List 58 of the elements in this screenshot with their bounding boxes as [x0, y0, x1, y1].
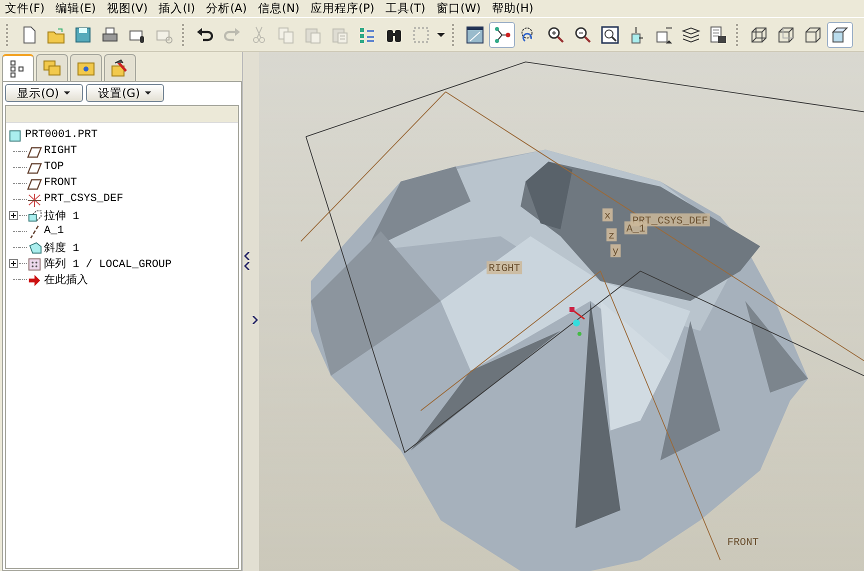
dropdown-button[interactable]: 显示(O)	[5, 84, 83, 102]
hidden-line-cube-icon	[776, 24, 796, 44]
menu-item[interactable]: 窗口(W)	[433, 1, 489, 16]
tree-item[interactable]: 在此插入	[44, 272, 88, 286]
dropdown-button[interactable]: 设置(G)	[86, 84, 164, 102]
hammer-folder-icon	[110, 58, 130, 78]
table-camera-icon	[708, 24, 728, 44]
expand-icon[interactable]	[9, 258, 18, 268]
toolbar-button[interactable]	[489, 22, 515, 48]
caret-icon	[144, 89, 152, 97]
menu-item[interactable]: 应用程序(P)	[307, 1, 382, 16]
printer-icon	[100, 24, 120, 44]
cube-icon	[803, 24, 823, 44]
wireframe-cube-icon	[749, 24, 769, 44]
menu-item[interactable]: 帮助(H)	[488, 1, 542, 16]
menu-item[interactable]: 分析(A)	[203, 1, 255, 16]
tree-item[interactable]: 斜度 1	[44, 240, 80, 254]
refit-icon	[600, 24, 620, 44]
menu-item[interactable]: 信息(N)	[254, 1, 308, 16]
tree-item[interactable]: TOP	[44, 161, 64, 173]
datum-tag: A_1	[624, 221, 648, 236]
tree-item[interactable]: PRT0001.PRT	[25, 129, 98, 141]
part-icon	[8, 128, 23, 142]
repaint-icon	[465, 24, 485, 44]
spin-center-icon	[492, 24, 512, 44]
tree-item[interactable]: PRT_CSYS_DEF	[44, 193, 124, 205]
copy-icon	[276, 24, 296, 44]
zoom-in-icon	[546, 24, 566, 44]
toolbar-button[interactable]	[827, 22, 853, 48]
menu-item[interactable]: 文件(F)	[2, 1, 53, 16]
expand-right-icon[interactable]	[252, 316, 258, 324]
caret-icon	[437, 32, 445, 36]
shaded-cube-icon	[830, 24, 850, 44]
coordinate-marker-drawing	[569, 307, 585, 336]
zoom-out-icon	[573, 24, 593, 44]
draft-icon	[27, 240, 42, 254]
tree-item[interactable]: 拉伸 1	[44, 208, 80, 222]
menu-item[interactable]: 编辑(E)	[52, 1, 104, 16]
tree-item[interactable]: RIGHT	[44, 145, 78, 157]
tree-item[interactable]: 阵列 1 / LOCAL_GROUP	[44, 256, 172, 270]
datum-label: FRONT	[727, 537, 759, 550]
datum-tag: RIGHT	[486, 261, 522, 276]
dashed-box-icon	[411, 24, 431, 44]
menu-item[interactable]: 工具(T)	[382, 1, 434, 16]
caret-icon	[63, 89, 72, 97]
tree-item[interactable]: A_1	[44, 225, 64, 237]
panel-tab[interactable]	[2, 54, 34, 82]
tree-item[interactable]: FRONT	[44, 177, 78, 189]
menu-item[interactable]: 插入(I)	[156, 1, 204, 16]
layers-icon	[681, 24, 701, 44]
menu-item[interactable]: 视图(V)	[104, 1, 156, 16]
datum-axis-icon	[27, 224, 42, 238]
folders-icon	[42, 58, 62, 78]
pattern-icon	[27, 256, 42, 270]
named-view-icon	[654, 24, 674, 44]
csys-icon	[27, 192, 42, 206]
expand-icon[interactable]	[9, 210, 18, 220]
extrude-icon	[27, 208, 42, 222]
